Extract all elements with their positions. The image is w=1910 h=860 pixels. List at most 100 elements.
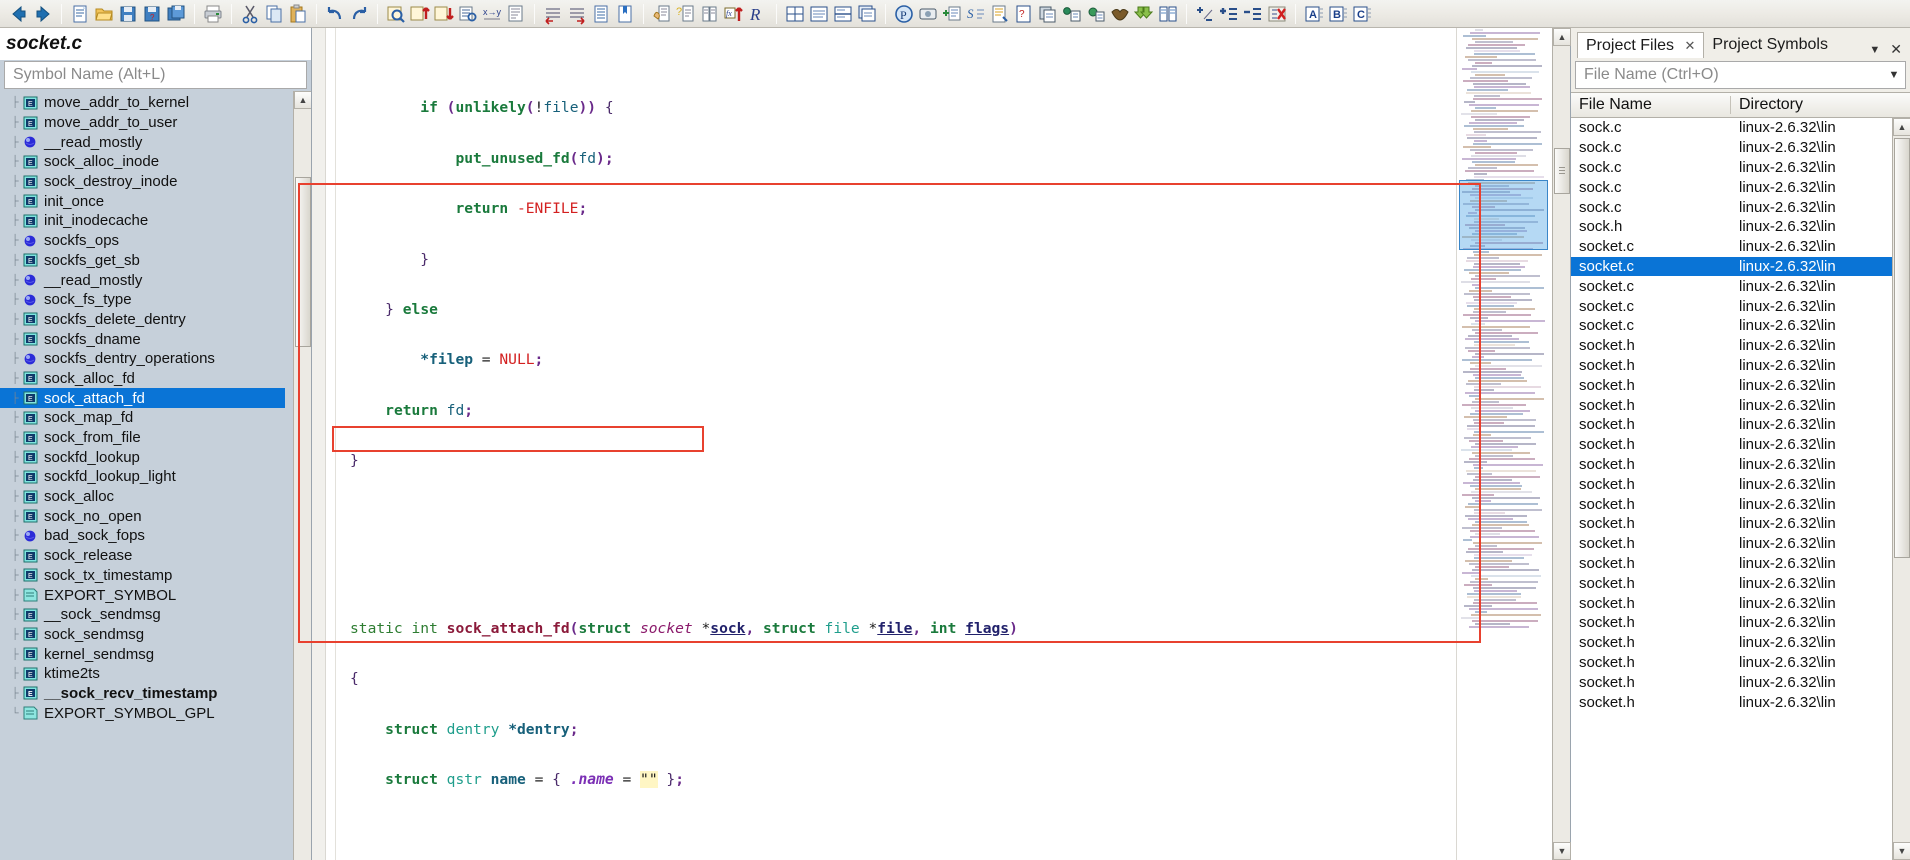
split-window-icon[interactable] xyxy=(832,3,854,25)
tab-project-files[interactable]: Project Files ✕ xyxy=(1577,32,1705,58)
symbol-list-item[interactable]: ├ Esock_attach_fd xyxy=(0,388,285,408)
symbol-list-item[interactable]: ├ bad_sock_fops xyxy=(0,526,311,546)
file-table-row[interactable]: socket.h linux-2.6.32\lin xyxy=(1571,593,1910,613)
browse-symbols-icon[interactable] xyxy=(651,3,673,25)
forward-icon[interactable] xyxy=(32,3,54,25)
remove-item-icon[interactable] xyxy=(1242,3,1264,25)
symbol-list-item[interactable]: ├ Emove_addr_to_kernel xyxy=(0,93,311,113)
paste-icon[interactable] xyxy=(287,3,309,25)
duplicate-window-icon[interactable] xyxy=(856,3,878,25)
file-table-row[interactable]: socket.h linux-2.6.32\lin xyxy=(1571,375,1910,395)
horizontal-layout-icon[interactable] xyxy=(808,3,830,25)
replace-files-icon[interactable] xyxy=(505,3,527,25)
symbol-list-item[interactable]: ├ Esockfs_delete_dentry xyxy=(0,310,311,330)
scrollbar-thumb[interactable] xyxy=(1554,148,1570,194)
browse-project-icon[interactable] xyxy=(699,3,721,25)
file-table-row[interactable]: socket.h linux-2.6.32\lin xyxy=(1571,435,1910,455)
search-files-icon[interactable] xyxy=(457,3,479,25)
add-remove-icon[interactable] xyxy=(1194,3,1216,25)
file-table-row[interactable]: socket.c linux-2.6.32\lin xyxy=(1571,316,1910,336)
column-header-file-name[interactable]: File Name xyxy=(1571,96,1731,114)
list-icon[interactable] xyxy=(590,3,612,25)
file-name-filter-box[interactable]: ▼ xyxy=(1575,61,1906,89)
cut-icon[interactable] xyxy=(239,3,261,25)
editor-vertical-scrollbar[interactable]: ▲ ▼ xyxy=(1552,28,1571,860)
file-table-row[interactable]: socket.h linux-2.6.32\lin xyxy=(1571,474,1910,494)
scroll-up-arrow[interactable]: ▲ xyxy=(294,91,311,109)
bookmark-c-icon[interactable]: C xyxy=(1351,3,1373,25)
function-jump-icon[interactable]: fx xyxy=(723,3,745,25)
symbol-list-item[interactable]: ├ Esock_sendmsg xyxy=(0,625,311,645)
file-table-row[interactable]: socket.h linux-2.6.32\lin xyxy=(1571,692,1910,712)
chevron-down-icon[interactable]: ▼ xyxy=(1883,69,1905,81)
shift-left-icon[interactable] xyxy=(542,3,564,25)
add-item-icon[interactable] xyxy=(1218,3,1240,25)
file-table-row[interactable]: sock.h linux-2.6.32\lin xyxy=(1571,217,1910,237)
symbol-list-item[interactable]: ├ Esock_from_file xyxy=(0,428,311,448)
chevron-down-icon[interactable]: ▼ xyxy=(1869,44,1880,56)
file-table-row[interactable]: sock.c linux-2.6.32\lin xyxy=(1571,197,1910,217)
symbol-search-input[interactable] xyxy=(13,66,306,84)
scroll-up-arrow[interactable]: ▲ xyxy=(1553,28,1571,46)
save-all-icon[interactable] xyxy=(165,3,187,25)
symbol-list-item[interactable]: ├ Ektime2ts xyxy=(0,664,311,684)
scroll-up-arrow[interactable]: ▲ xyxy=(1893,118,1910,136)
symbol-list-item[interactable]: ├ Esock_alloc_fd xyxy=(0,369,311,389)
symbol-list-item[interactable]: ├ Einit_inodecache xyxy=(0,211,311,231)
html-export-icon[interactable] xyxy=(1085,3,1107,25)
file-table-row[interactable]: socket.h linux-2.6.32\lin xyxy=(1571,653,1910,673)
file-table-row[interactable]: socket.h linux-2.6.32\lin xyxy=(1571,633,1910,653)
symbol-list-item[interactable]: ├ sockfs_dentry_operations xyxy=(0,349,311,369)
symbol-search-box[interactable] xyxy=(4,61,307,89)
symbol-list-item[interactable]: ├ E __sock_recv_timestamp xyxy=(0,684,311,704)
symbol-list-item[interactable]: ├ Esock_release xyxy=(0,546,311,566)
file-table-body[interactable]: sock.c linux-2.6.32\lin sock.c linux-2.6.32… xyxy=(1571,118,1910,860)
project-icon[interactable]: P xyxy=(893,3,915,25)
file-table-row[interactable]: socket.h linux-2.6.32\lin xyxy=(1571,534,1910,554)
symbol-list-item[interactable]: ├ Einit_once xyxy=(0,191,311,211)
file-table-row[interactable]: socket.c linux-2.6.32\lin xyxy=(1571,276,1910,296)
file-properties-icon[interactable]: ? xyxy=(1013,3,1035,25)
context-window-icon[interactable] xyxy=(1037,3,1059,25)
symbol-info-icon[interactable]: ? xyxy=(675,3,697,25)
symbol-list-item[interactable]: ├ Esock_map_fd xyxy=(0,408,311,428)
shift-right-icon[interactable] xyxy=(566,3,588,25)
scrollbar-thumb[interactable] xyxy=(295,177,311,347)
file-list-scrollbar[interactable]: ▲ ▼ xyxy=(1892,118,1910,860)
symbol-list-item[interactable]: ├ Esockfs_get_sb xyxy=(0,251,311,271)
copy-icon[interactable] xyxy=(263,3,285,25)
bookmark-a-icon[interactable]: A xyxy=(1303,3,1325,25)
search-icon[interactable] xyxy=(385,3,407,25)
file-table-row[interactable]: socket.h linux-2.6.32\lin xyxy=(1571,455,1910,475)
file-table-row[interactable]: socket.h linux-2.6.32\lin xyxy=(1571,356,1910,376)
smart-rename-icon[interactable]: R xyxy=(747,3,769,25)
symbol-list-item[interactable]: ├ Esockfd_lookup xyxy=(0,447,311,467)
source-code-surface[interactable]: if (unlikely(!file)) { put_unused_fd(fd)… xyxy=(336,28,1456,860)
symbol-list-item[interactable]: ├ Esockfd_lookup_light xyxy=(0,467,311,487)
back-icon[interactable] xyxy=(8,3,30,25)
scroll-down-arrow[interactable]: ▼ xyxy=(1893,842,1910,860)
file-table-row[interactable]: socket.h linux-2.6.32\lin xyxy=(1571,336,1910,356)
symbol-list-item[interactable]: ├ __read_mostly xyxy=(0,270,311,290)
delete-all-icon[interactable] xyxy=(1266,3,1288,25)
replace-icon[interactable]: x→y xyxy=(481,3,503,25)
search-backward-icon[interactable] xyxy=(409,3,431,25)
redo-icon[interactable] xyxy=(348,3,370,25)
column-header-directory[interactable]: Directory xyxy=(1731,96,1910,114)
scrollbar-thumb[interactable] xyxy=(1894,138,1910,558)
bookmark-b-icon[interactable]: B xyxy=(1327,3,1349,25)
synchronize-icon[interactable]: S xyxy=(965,3,987,25)
symbol-list-item[interactable]: ├ Esock_destroy_inode xyxy=(0,172,311,192)
print-icon[interactable] xyxy=(202,3,224,25)
panel-close-icon[interactable]: ✕ xyxy=(1890,41,1902,58)
symbol-list-item[interactable]: ├ sockfs_ops xyxy=(0,231,311,251)
search-forward-icon[interactable] xyxy=(433,3,455,25)
file-table-row[interactable]: socket.h linux-2.6.32\lin xyxy=(1571,554,1910,574)
import-icon[interactable] xyxy=(1133,3,1155,25)
file-table-row[interactable]: socket.h linux-2.6.32\lin xyxy=(1571,672,1910,692)
file-table-row[interactable]: socket.c linux-2.6.32\lin xyxy=(1571,296,1910,316)
symbol-list-item[interactable]: ├ Esock_no_open xyxy=(0,506,311,526)
file-table-row[interactable]: socket.c linux-2.6.32\lin xyxy=(1571,237,1910,257)
symbol-list[interactable]: ├ Emove_addr_to_kernel ├ Emove_addr_to_user… xyxy=(0,91,311,860)
minimap-viewport[interactable] xyxy=(1459,180,1548,250)
